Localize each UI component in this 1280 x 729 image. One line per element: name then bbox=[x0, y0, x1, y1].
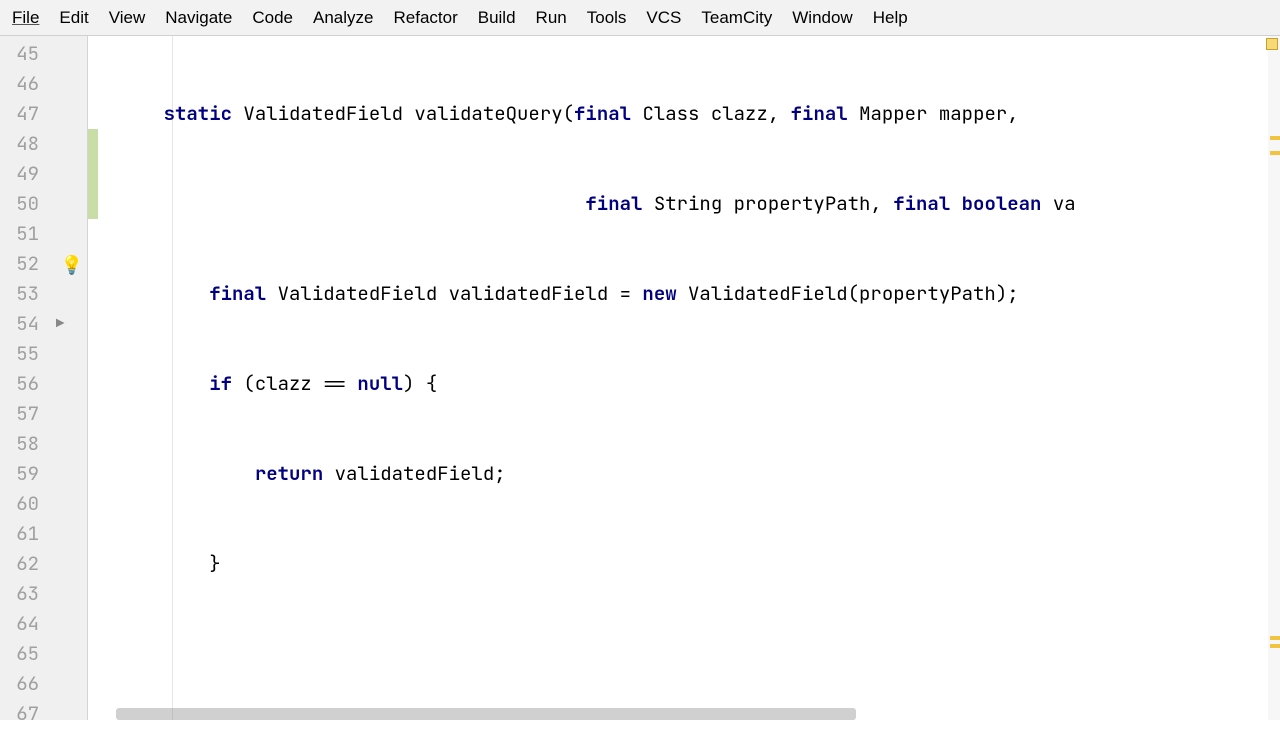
line-number[interactable]: 60 bbox=[0, 489, 87, 519]
menu-build[interactable]: Build bbox=[468, 4, 526, 32]
main-menu-bar: File Edit View Navigate Code Analyze Ref… bbox=[0, 0, 1280, 36]
menu-vcs[interactable]: VCS bbox=[636, 4, 691, 32]
line-number[interactable]: 56 bbox=[0, 369, 87, 399]
code-line[interactable]: final String propertyPath, final boolean… bbox=[118, 189, 1280, 219]
line-number[interactable]: 65 bbox=[0, 639, 87, 669]
warning-mark[interactable] bbox=[1270, 636, 1280, 640]
code-line[interactable]: static ValidatedField validateQuery(fina… bbox=[118, 99, 1280, 129]
menu-teamcity[interactable]: TeamCity bbox=[691, 4, 782, 32]
line-number[interactable]: 49 bbox=[0, 159, 87, 189]
menu-window[interactable]: Window bbox=[782, 4, 862, 32]
menu-navigate[interactable]: Navigate bbox=[155, 4, 242, 32]
inspection-indicator-icon[interactable] bbox=[1266, 38, 1278, 50]
line-number[interactable]: 53 bbox=[0, 279, 87, 309]
code-line[interactable]: return validatedField; bbox=[118, 459, 1280, 489]
line-number[interactable]: 55 bbox=[0, 339, 87, 369]
line-number[interactable]: 57 bbox=[0, 399, 87, 429]
line-number[interactable]: 66 bbox=[0, 669, 87, 699]
line-number[interactable]: 51 bbox=[0, 219, 87, 249]
horizontal-scrollbar-thumb[interactable] bbox=[116, 708, 856, 720]
error-stripe[interactable] bbox=[1268, 36, 1280, 720]
line-number[interactable]: 45 bbox=[0, 39, 87, 69]
menu-view[interactable]: View bbox=[99, 4, 156, 32]
gutter[interactable]: 45 46 47 48 49 50 51 52 53 54 55 56 57 5… bbox=[0, 36, 88, 720]
warning-mark[interactable] bbox=[1270, 136, 1280, 140]
line-number[interactable]: 47 bbox=[0, 99, 87, 129]
line-number[interactable]: 63 bbox=[0, 579, 87, 609]
line-number[interactable]: 59 bbox=[0, 459, 87, 489]
warning-mark[interactable] bbox=[1270, 151, 1280, 155]
menu-analyze[interactable]: Analyze bbox=[303, 4, 383, 32]
line-number[interactable]: 67 bbox=[0, 699, 87, 729]
code-line[interactable] bbox=[118, 639, 1280, 669]
code-area[interactable]: static ValidatedField validateQuery(fina… bbox=[88, 36, 1280, 720]
code-line[interactable]: if (clazz == null) { bbox=[118, 369, 1280, 399]
menu-refactor[interactable]: Refactor bbox=[383, 4, 467, 32]
line-number[interactable]: 54 bbox=[0, 309, 87, 339]
menu-run[interactable]: Run bbox=[526, 4, 577, 32]
line-number[interactable]: 48 bbox=[0, 129, 87, 159]
menu-tools[interactable]: Tools bbox=[577, 4, 637, 32]
line-number[interactable]: 64 bbox=[0, 609, 87, 639]
code-line[interactable]: } bbox=[118, 549, 1280, 579]
menu-help[interactable]: Help bbox=[863, 4, 918, 32]
line-number[interactable]: 52 bbox=[0, 249, 87, 279]
code-line[interactable]: final ValidatedField validatedField = ne… bbox=[118, 279, 1280, 309]
line-number[interactable]: 46 bbox=[0, 69, 87, 99]
line-number[interactable]: 58 bbox=[0, 429, 87, 459]
line-number[interactable]: 61 bbox=[0, 519, 87, 549]
menu-file[interactable]: File bbox=[2, 4, 49, 32]
editor-pane[interactable]: 45 46 47 48 49 50 51 52 53 54 55 56 57 5… bbox=[0, 36, 1280, 720]
line-number[interactable]: 62 bbox=[0, 549, 87, 579]
warning-mark[interactable] bbox=[1270, 644, 1280, 648]
menu-edit[interactable]: Edit bbox=[49, 4, 98, 32]
line-number[interactable]: 50 bbox=[0, 189, 87, 219]
menu-code[interactable]: Code bbox=[242, 4, 303, 32]
